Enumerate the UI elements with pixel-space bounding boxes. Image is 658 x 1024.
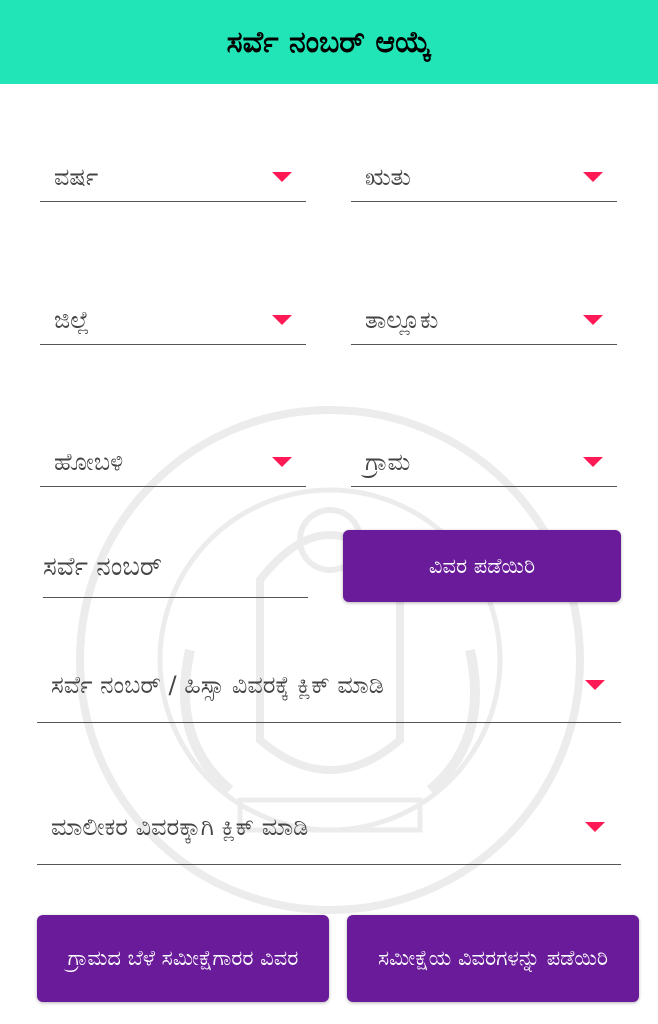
village-surveyor-details-button[interactable]: ಗ್ರಾಮದ ಬೆಳೆ ಸಮೀಕ್ಷೆಗಾರರ ವಿವರ [37,915,329,1002]
caret-down-icon [583,314,603,325]
village-dropdown[interactable]: ಗ್ರಾಮ [351,437,617,487]
caret-down-icon [585,680,605,690]
caret-down-icon [583,171,603,182]
taluk-dropdown-label: ತಾಲ್ಲೂಕು [365,305,439,334]
hobli-dropdown-label: ಹೋಬಳಿ [54,447,124,476]
hobli-dropdown[interactable]: ಹೋಬಳಿ [40,437,306,487]
survey-number-field[interactable] [43,536,308,598]
caret-down-icon [272,456,292,467]
app-header: ಸರ್ವೆ ನಂಬರ್ ಆಯ್ಕೆ [0,0,658,84]
get-survey-details-button[interactable]: ಸಮೀಕ್ಷೆಯ ವಿವರಗಳನ್ನು ಪಡೆಯಿರಿ [347,915,639,1002]
village-dropdown-label: ಗ್ರಾಮ [365,447,411,476]
caret-down-icon [272,171,292,182]
district-dropdown[interactable]: ಜಿಲ್ಲೆ [40,295,306,345]
survey-hissa-dropdown-label: ಸರ್ವೆ ನಂಬರ್ / ಹಿಸ್ಸಾ ವಿವರಕ್ಕೆ ಕ್ಲಿಕ್ ಮಾಡ… [51,671,384,699]
caret-down-icon [585,822,605,832]
owner-details-dropdown[interactable]: ಮಾಲೀಕರ ವಿವರಕ್ಕಾಗಿ ಕ್ಲಿಕ್ ಮಾಡಿ [37,790,621,865]
caret-down-icon [583,456,603,467]
get-details-button[interactable]: ವಿವರ ಪಡೆಯಿರಿ [343,530,621,602]
season-dropdown-label: ಋತು [365,162,411,191]
year-dropdown-label: ವರ್ಷ [54,162,99,191]
season-dropdown[interactable]: ಋತು [351,152,617,202]
district-dropdown-label: ಜಿಲ್ಲೆ [54,305,90,334]
year-dropdown[interactable]: ವರ್ಷ [40,152,306,202]
page-title: ಸರ್ವೆ ನಂಬರ್ ಆಯ್ಕೆ [226,24,432,60]
caret-down-icon [272,314,292,325]
survey-hissa-dropdown[interactable]: ಸರ್ವೆ ನಂಬರ್ / ಹಿಸ್ಸಾ ವಿವರಕ್ಕೆ ಕ್ಲಿಕ್ ಮಾಡ… [37,648,621,723]
taluk-dropdown[interactable]: ತಾಲ್ಲೂಕು [351,295,617,345]
owner-details-dropdown-label: ಮಾಲೀಕರ ವಿವರಕ್ಕಾಗಿ ಕ್ಲಿಕ್ ಮಾಡಿ [51,813,309,841]
survey-number-input[interactable] [43,551,308,582]
